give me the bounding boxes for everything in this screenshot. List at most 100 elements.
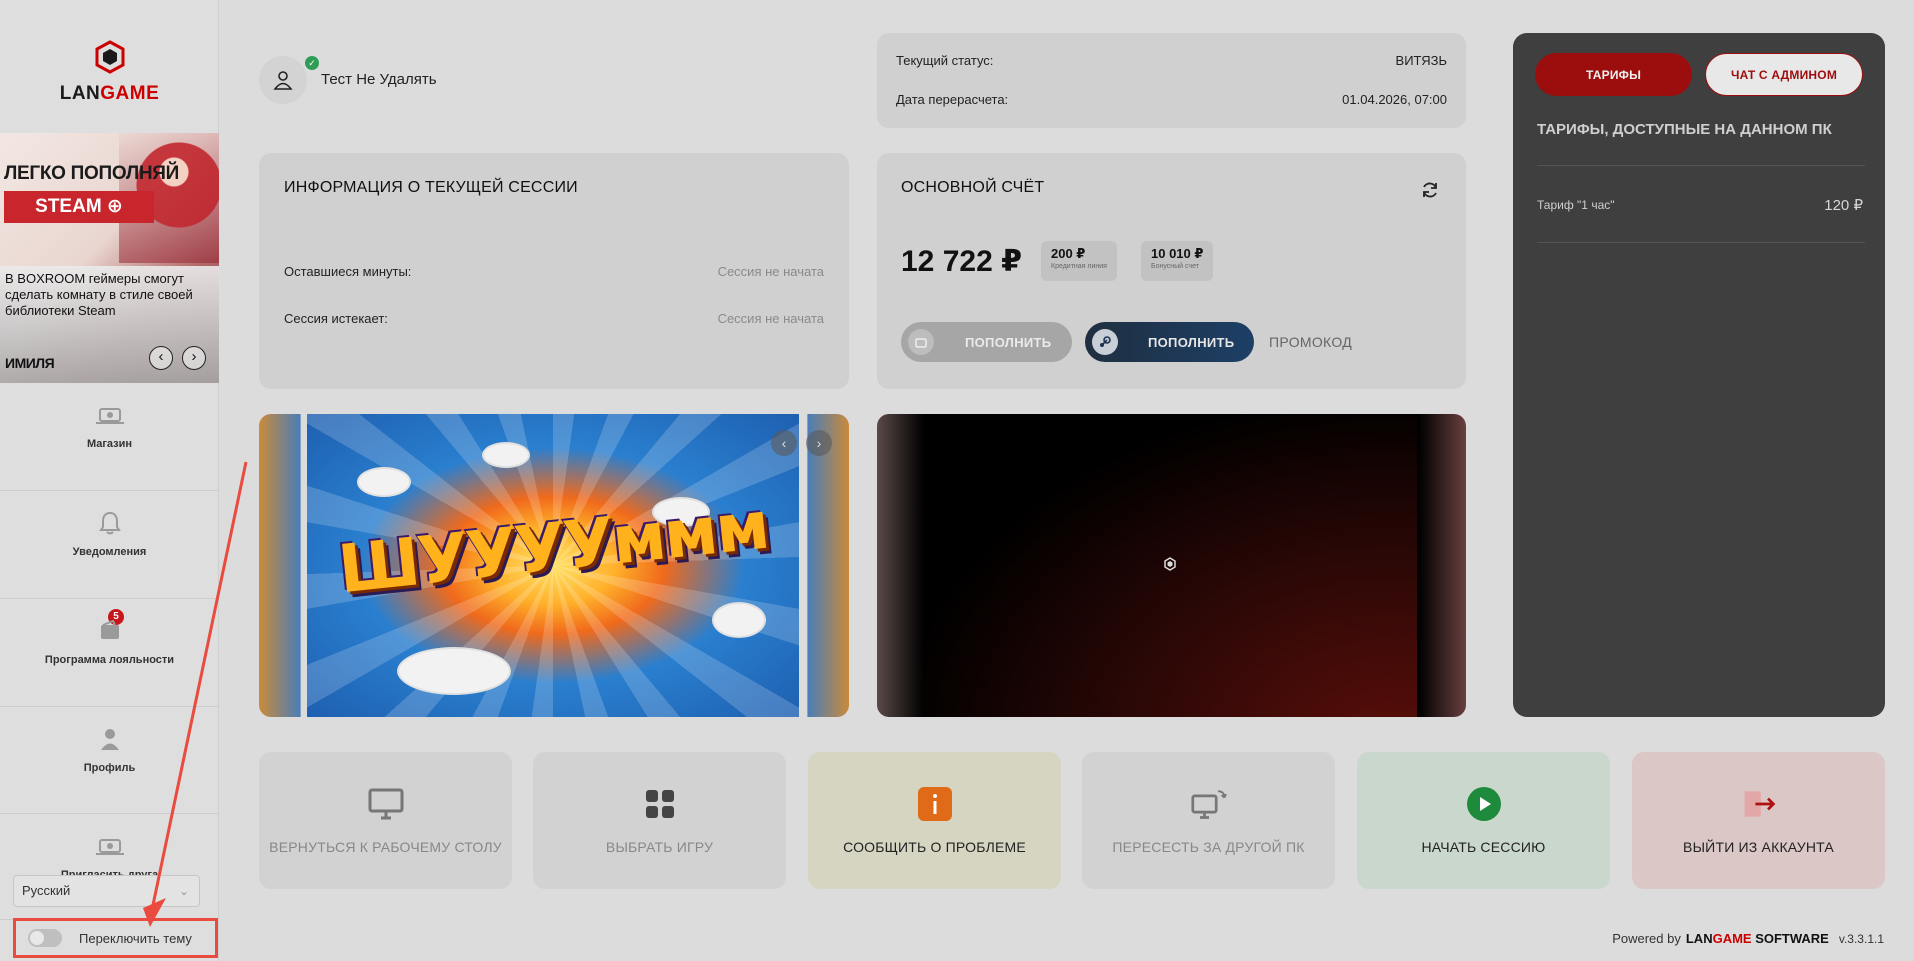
logo-text: LANGAME: [59, 83, 160, 104]
promo-banner[interactable]: ЛЕГКО ПОПОЛНЯЙ STEAM ⊕ В BOXROOM геймеры…: [0, 133, 219, 383]
session-card: ИНФОРМАЦИЯ О ТЕКУЩЕЙ СЕССИИ Оставшиеся м…: [259, 153, 849, 389]
shop-icon: [93, 402, 127, 428]
credit-label: Кредитная линия: [1051, 263, 1107, 270]
expires-label: Сессия истекает:: [284, 311, 388, 326]
logout-button[interactable]: ВЫЙТИ ИЗ АККАУНТА: [1632, 752, 1885, 889]
logo[interactable]: LANGAME: [0, 40, 219, 105]
avatar[interactable]: [259, 56, 307, 104]
session-title: ИНФОРМАЦИЯ О ТЕКУЩЕЙ СЕССИИ: [284, 179, 578, 196]
switch-pc-icon: [1190, 786, 1227, 822]
recalc-label: Дата перерасчета:: [896, 92, 1009, 107]
divider: [1537, 165, 1865, 166]
promo-prev-button[interactable]: ‹: [149, 346, 173, 370]
action-label: ВЫБРАТЬ ИГРУ: [605, 839, 714, 855]
sidebar: LANGAME ЛЕГКО ПОПОЛНЯЙ STEAM ⊕ В BOXROOM…: [0, 0, 219, 961]
sidebar-item-loyalty[interactable]: Программа лояльности: [0, 618, 219, 707]
status-label: Текущий статус:: [896, 53, 994, 68]
minutes-row: Оставшиеся минуты: Сессия не начата: [284, 264, 824, 279]
promo-next-button[interactable]: ›: [182, 346, 206, 370]
logout-icon: [1741, 786, 1777, 822]
status-row: Текущий статус: ВИТЯЗЬ: [896, 53, 1447, 68]
balance-title: ОСНОВНОЙ СЧЁТ: [901, 179, 1045, 196]
footer: Powered by LANGAME SOFTWARE v.3.3.1.1: [1612, 931, 1884, 946]
promo-title: ЛЕГКО ПОПОЛНЯЙ: [4, 163, 179, 184]
tariffs-panel: ТАРИФЫ ЧАТ С АДМИНОМ ТАРИФЫ, ДОСТУПНЫЕ Н…: [1513, 33, 1885, 717]
status-card: Текущий статус: ВИТЯЗЬ Дата перерасчета:…: [877, 33, 1466, 128]
sidebar-nav: Магазин 5 Уведомления Программа лояльнос…: [0, 383, 219, 920]
start-session-button[interactable]: НАЧАТЬ СЕССИЮ: [1357, 752, 1610, 889]
tariff-row[interactable]: Тариф "1 час" 120 ₽: [1537, 196, 1863, 214]
sidebar-item-shop[interactable]: Магазин: [0, 402, 219, 491]
choose-game-button[interactable]: ВЫБРАТЬ ИГРУ: [533, 752, 786, 889]
action-label: НАЧАТЬ СЕССИЮ: [1421, 839, 1546, 855]
promo-carousel[interactable]: ШУУУУммм ‹ ›: [259, 414, 849, 717]
wallet-icon: [908, 329, 934, 355]
chevron-down-icon: ⌄: [178, 884, 189, 898]
monitor-icon: [368, 786, 404, 822]
steam-icon: [1092, 329, 1118, 355]
wallet-icon: [93, 618, 127, 644]
sidebar-item-notifications[interactable]: 5 Уведомления: [0, 510, 219, 625]
user-icon: [273, 71, 293, 90]
status-value: ВИТЯЗЬ: [1395, 53, 1447, 68]
return-desktop-button[interactable]: ВЕРНУТЬСЯ К РАБОЧЕМУ СТОЛУ: [259, 752, 512, 889]
play-icon: [1466, 786, 1502, 822]
switch-pc-button[interactable]: ПЕРЕСЕСТЬ ЗА ДРУГОЙ ПК: [1082, 752, 1335, 889]
sidebar-item-label: Профиль: [83, 762, 136, 774]
verified-icon: ✓: [305, 56, 319, 70]
theme-toggle[interactable]: Переключить тему: [13, 918, 218, 958]
promo-brand: ИМИЛЯ: [5, 355, 55, 371]
balance-card: ОСНОВНОЙ СЧЁТ 12 722 ₽ 200 ₽ Кредитная л…: [877, 153, 1466, 389]
user-icon: [93, 726, 127, 752]
divider: [1537, 242, 1865, 243]
tariff-name: Тариф "1 час": [1537, 198, 1615, 212]
promo-title-steam: STEAM ⊕: [4, 191, 154, 223]
theme-toggle-label: Переключить тему: [79, 930, 192, 946]
steam-topup-label: ПОПОЛНИТЬ: [1148, 334, 1235, 350]
cloud-decoration: [714, 604, 764, 636]
expires-row: Сессия истекает: Сессия не начата: [284, 311, 824, 326]
topup-label: ПОПОЛНИТЬ: [965, 334, 1052, 350]
bell-icon: [93, 510, 127, 536]
theme-switch[interactable]: [28, 929, 62, 947]
cloud-decoration: [484, 444, 528, 466]
carousel-prev-button[interactable]: ‹: [771, 430, 797, 456]
bonus-value: 10 010 ₽: [1151, 246, 1204, 261]
steam-topup-button[interactable]: ПОПОЛНИТЬ: [1085, 322, 1254, 362]
minutes-value: Сессия не начата: [717, 264, 824, 279]
action-label: ВЫЙТИ ИЗ АККАУНТА: [1683, 839, 1834, 855]
powered-by: Powered by: [1612, 931, 1681, 946]
expires-value: Сессия не начата: [717, 311, 824, 326]
bonus-label: Бонусный счет: [1151, 263, 1199, 270]
recalc-value: 01.04.2026, 07:00: [1342, 92, 1447, 107]
invite-icon: [93, 833, 127, 859]
tariffs-title: ТАРИФЫ, ДОСТУПНЫЕ НА ДАННОМ ПК: [1537, 121, 1832, 138]
version: v.3.3.1.1: [1838, 932, 1884, 946]
info-icon: [917, 786, 953, 822]
report-problem-button[interactable]: СООБЩИТЬ О ПРОБЛЕМЕ: [808, 752, 1061, 889]
sidebar-item-label: Магазин: [86, 438, 133, 450]
refresh-icon[interactable]: [1420, 180, 1440, 200]
language-select[interactable]: Русский ⌄: [13, 875, 200, 907]
footer-brand: LANGAME SOFTWARE: [1685, 931, 1829, 946]
user-name: Тест Не Удалять: [321, 71, 437, 88]
tariffs-button[interactable]: ТАРИФЫ: [1535, 53, 1692, 96]
promo-code-button[interactable]: ПРОМОКОД: [1269, 334, 1352, 350]
langame-logo-icon: [1164, 557, 1176, 571]
sidebar-item-label: Программа лояльности: [44, 654, 175, 666]
bonus-chip: 10 010 ₽ Бонусный счет: [1141, 241, 1214, 281]
logo-mark-icon: [95, 40, 124, 74]
action-label: ПЕРЕСЕСТЬ ЗА ДРУГОЙ ПК: [1112, 839, 1305, 855]
chat-admin-button[interactable]: ЧАТ С АДМИНОМ: [1705, 53, 1863, 96]
topup-button[interactable]: ПОПОЛНИТЬ: [901, 322, 1072, 362]
minutes-label: Оставшиеся минуты:: [284, 264, 412, 279]
action-label: ВЕРНУТЬСЯ К РАБОЧЕМУ СТОЛУ: [269, 839, 502, 855]
balance-amount: 12 722 ₽: [901, 245, 1022, 278]
action-label: СООБЩИТЬ О ПРОБЛЕМЕ: [843, 839, 1026, 855]
tariff-price: 120 ₽: [1824, 197, 1863, 214]
recalc-row: Дата перерасчета: 01.04.2026, 07:00: [896, 92, 1447, 107]
carousel-next-button[interactable]: ›: [806, 430, 832, 456]
grid-icon: [642, 786, 678, 822]
sidebar-item-profile[interactable]: Профиль: [0, 726, 219, 814]
credit-chip: 200 ₽ Кредитная линия: [1041, 241, 1117, 281]
